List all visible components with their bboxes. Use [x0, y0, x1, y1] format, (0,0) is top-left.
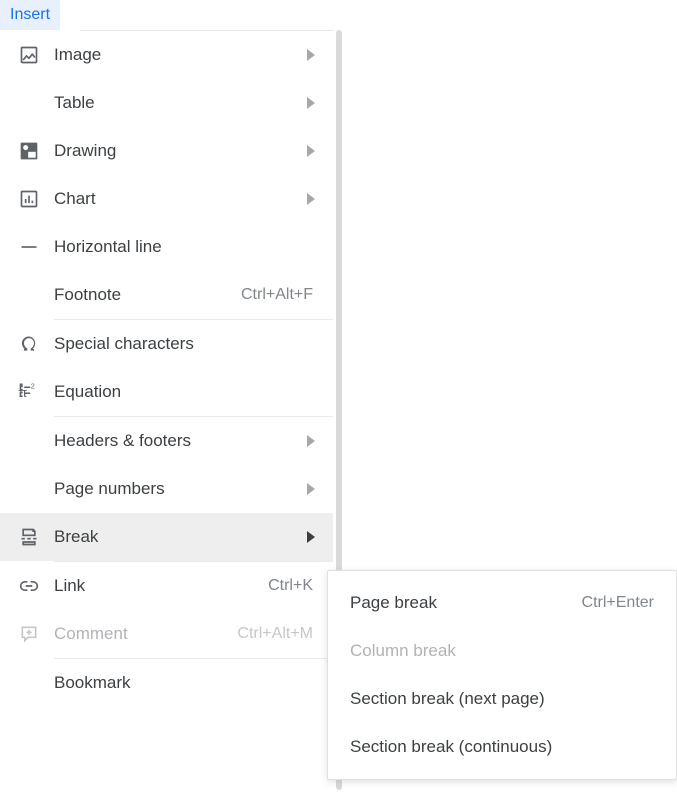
chevron-right-icon	[307, 435, 315, 447]
menu-item-image[interactable]: Image	[0, 31, 333, 79]
menu-item-headers-footers[interactable]: Headers & footers	[0, 417, 333, 465]
insert-menu-tab[interactable]: Insert	[0, 0, 60, 30]
submenu-item-section-next-page[interactable]: Section break (next page)	[328, 675, 676, 723]
menu-item-special-characters[interactable]: Special characters	[0, 320, 333, 368]
chevron-right-icon	[307, 483, 315, 495]
svg-text:2: 2	[31, 382, 35, 391]
menu-item-label: Special characters	[54, 334, 315, 354]
chevron-right-icon	[307, 193, 315, 205]
horizontal-line-icon	[18, 236, 40, 258]
chevron-right-icon	[307, 97, 315, 109]
menu-item-footnote[interactable]: Footnote Ctrl+Alt+F	[0, 271, 333, 319]
menu-item-break[interactable]: Break	[0, 513, 333, 561]
link-icon	[18, 575, 40, 597]
menu-item-label: Table	[54, 93, 299, 113]
menu-item-comment: Comment Ctrl+Alt+M	[0, 610, 333, 658]
menu-item-bookmark[interactable]: Bookmark	[0, 659, 333, 707]
menu-item-label: Equation	[54, 382, 315, 402]
submenu-item-label: Column break	[350, 641, 654, 661]
submenu-item-shortcut: Ctrl+Enter	[582, 594, 654, 612]
menu-item-label: Break	[54, 527, 299, 547]
insert-menu-panel: Image Table Drawing Chart Horizontal lin…	[0, 30, 333, 707]
menu-item-horizontal-line[interactable]: Horizontal line	[0, 223, 333, 271]
menu-item-equation[interactable]: π2 Equation	[0, 368, 333, 416]
chevron-right-icon	[307, 49, 315, 61]
submenu-item-label: Page break	[350, 593, 582, 613]
menu-item-label: Headers & footers	[54, 431, 299, 451]
image-icon	[18, 44, 40, 66]
menu-item-label: Link	[54, 576, 268, 596]
menu-item-label: Horizontal line	[54, 237, 315, 257]
menu-item-label: Page numbers	[54, 479, 299, 499]
menu-item-label: Image	[54, 45, 299, 65]
menu-item-link[interactable]: Link Ctrl+K	[0, 562, 333, 610]
menu-item-page-numbers[interactable]: Page numbers	[0, 465, 333, 513]
drawing-icon	[18, 140, 40, 162]
comment-icon	[18, 623, 40, 645]
submenu-item-page-break[interactable]: Page break Ctrl+Enter	[328, 579, 676, 627]
menu-item-label: Drawing	[54, 141, 299, 161]
menu-item-shortcut: Ctrl+Alt+F	[241, 286, 313, 304]
menu-item-label: Footnote	[54, 285, 241, 305]
menu-item-shortcut: Ctrl+Alt+M	[237, 625, 313, 643]
chevron-right-icon	[307, 531, 315, 543]
submenu-item-column-break: Column break	[328, 627, 676, 675]
submenu-item-label: Section break (continuous)	[350, 737, 654, 757]
menu-item-label: Comment	[54, 624, 237, 644]
chart-icon	[18, 188, 40, 210]
submenu-item-label: Section break (next page)	[350, 689, 654, 709]
submenu-item-section-continuous[interactable]: Section break (continuous)	[328, 723, 676, 771]
chevron-right-icon	[307, 145, 315, 157]
menu-item-drawing[interactable]: Drawing	[0, 127, 333, 175]
menu-item-label: Chart	[54, 189, 299, 209]
menu-item-chart[interactable]: Chart	[0, 175, 333, 223]
menu-item-table[interactable]: Table	[0, 79, 333, 127]
omega-icon	[18, 333, 40, 355]
break-submenu: Page break Ctrl+Enter Column break Secti…	[327, 570, 677, 780]
svg-text:π: π	[18, 385, 27, 400]
menu-item-label: Bookmark	[54, 673, 315, 693]
page-break-icon	[18, 526, 40, 548]
equation-icon: π2	[18, 381, 40, 403]
menu-item-shortcut: Ctrl+K	[268, 577, 313, 595]
